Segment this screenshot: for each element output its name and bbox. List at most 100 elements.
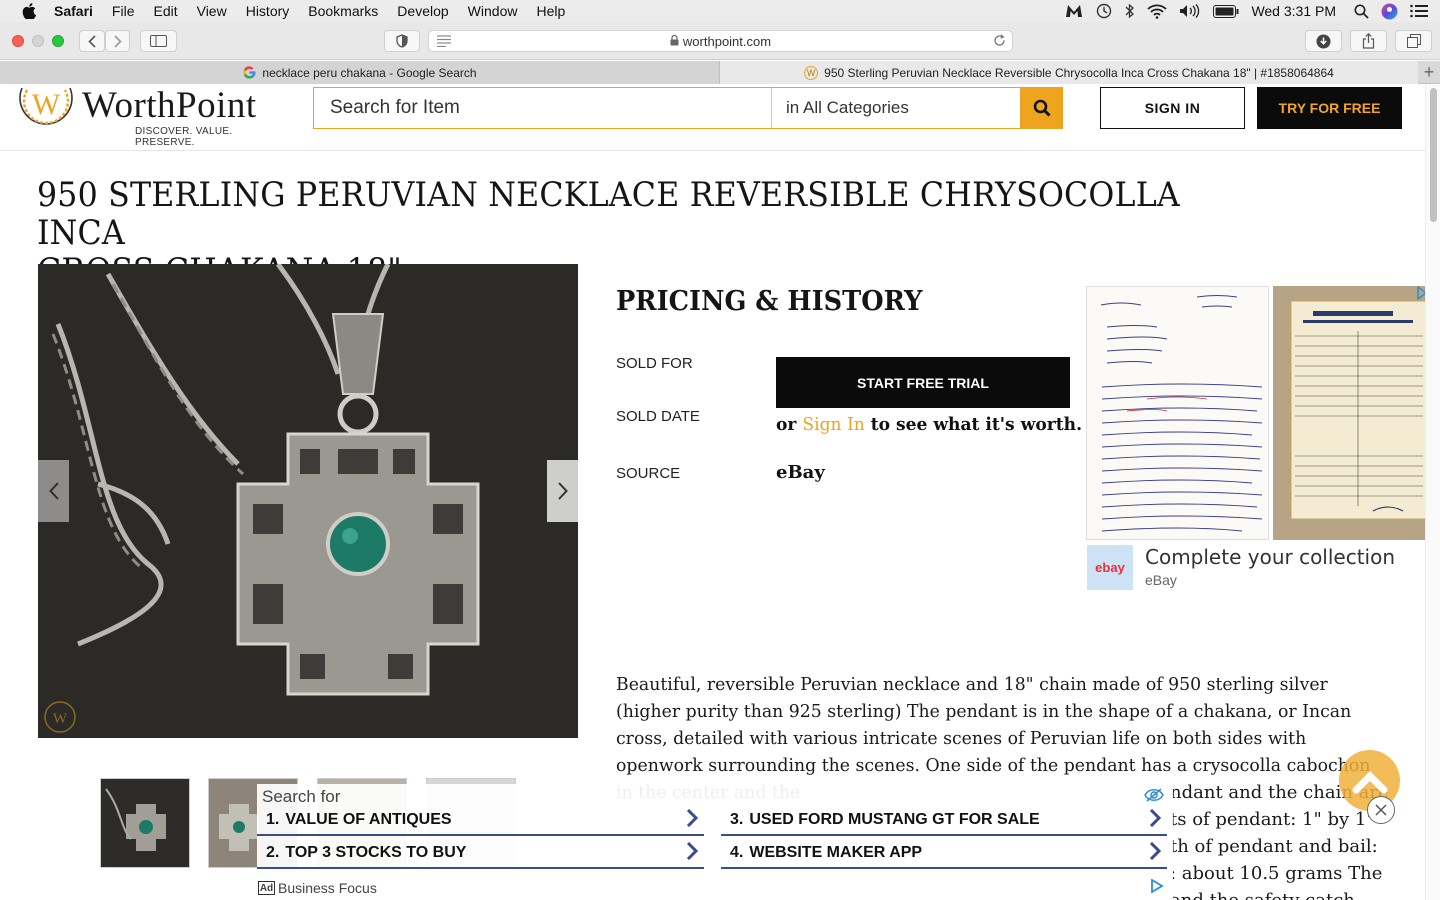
adchoices-icon[interactable]: [1150, 878, 1164, 898]
ad-link-label: WEBSITE MAKER APP: [749, 844, 923, 861]
side-ad-caption[interactable]: ebay Complete your collection eBay: [1087, 545, 1425, 591]
reload-icon[interactable]: [993, 34, 1006, 50]
sign-in-link[interactable]: Sign In: [802, 414, 864, 435]
thumbnail-1[interactable]: [100, 778, 190, 868]
google-icon: [242, 66, 256, 80]
time-machine-icon[interactable]: [1095, 0, 1113, 22]
menu-develop[interactable]: Develop: [397, 3, 448, 19]
spotlight-search-icon[interactable]: [1354, 0, 1369, 22]
ad-link-1[interactable]: 1. VALUE OF ANTIQUES: [257, 806, 704, 836]
tab-bar: necklace peru chakana - Google Search W …: [0, 61, 1440, 84]
source-value: eBay: [776, 462, 825, 483]
side-ad-headline[interactable]: Complete your collection: [1145, 545, 1395, 569]
ad-link-number: 4.: [730, 844, 744, 861]
reader-view-icon[interactable]: [437, 35, 451, 50]
close-window-button[interactable]: [12, 35, 24, 47]
ad-eye-icon[interactable]: [1144, 788, 1164, 807]
logo-wordmark: WorthPoint: [82, 85, 257, 126]
scrollbar-thumb[interactable]: [1430, 88, 1437, 222]
forward-button[interactable]: [105, 30, 130, 52]
search-button[interactable]: [1020, 87, 1063, 129]
ad-link-2[interactable]: 2. TOP 3 STOCKS TO BUY: [257, 839, 704, 869]
show-tabs-button[interactable]: [1395, 30, 1432, 52]
close-ad-button[interactable]: [1367, 796, 1395, 824]
image-prev-button[interactable]: [38, 460, 69, 522]
ad-link-number: 2.: [266, 844, 280, 861]
menubar: Safari File Edit View History Bookmarks …: [0, 0, 1440, 22]
chevron-right-icon: [557, 482, 568, 500]
ad-link-3[interactable]: 3. USED FORD MUSTANG GT FOR SALE: [721, 806, 1167, 836]
ad-link-number: 1.: [266, 811, 280, 828]
ad-search-label: Search for: [262, 787, 341, 806]
ad-letter-image: [1086, 286, 1269, 540]
battery-icon[interactable]: [1213, 0, 1239, 22]
chevron-left-icon: [48, 482, 59, 500]
ad-link-4[interactable]: 4. WEBSITE MAKER APP: [721, 839, 1167, 869]
chevron-up-icon: [1352, 770, 1387, 793]
clock[interactable]: Wed 3:31 PM: [1251, 0, 1336, 22]
wifi-icon[interactable]: [1147, 0, 1168, 22]
volume-icon[interactable]: [1179, 0, 1201, 22]
close-icon: [1375, 804, 1387, 816]
pricing-heading: PRICING & HISTORY: [616, 286, 923, 317]
ad-badge: Ad: [258, 881, 275, 895]
ad-link-label: VALUE OF ANTIQUES: [285, 811, 452, 828]
chevron-right-icon: [686, 841, 699, 865]
status-area: Wed 3:31 PM: [1065, 0, 1440, 22]
svg-text:W: W: [53, 711, 68, 727]
worthpoint-logo[interactable]: W WorthPoint DISCOVER. VALUE. PRESERVE.: [18, 84, 278, 148]
bluetooth-icon[interactable]: [1125, 0, 1135, 22]
menu-file[interactable]: File: [112, 3, 135, 19]
menu-view[interactable]: View: [197, 3, 227, 19]
chevron-right-icon: [1149, 841, 1162, 865]
menu-edit[interactable]: Edit: [153, 3, 177, 19]
tab-label: necklace peru chakana - Google Search: [262, 65, 477, 80]
or-text: or: [776, 414, 797, 435]
category-select[interactable]: in All Categories: [771, 87, 1021, 129]
sign-in-button[interactable]: SIGN IN: [1100, 87, 1245, 129]
menu-help[interactable]: Help: [536, 3, 565, 19]
address-bar[interactable]: worthpoint.com: [428, 30, 1013, 52]
page-title-line1: 950 STERLING PERUVIAN NECKLACE REVERSIBL…: [37, 175, 1180, 253]
malwarebytes-icon[interactable]: [1065, 0, 1083, 22]
menu-bookmarks[interactable]: Bookmarks: [308, 3, 378, 19]
description-line: ts of pendant: 1" by 1": [1170, 809, 1375, 830]
sidebar-toggle-button[interactable]: [140, 30, 177, 52]
image-next-button[interactable]: [547, 460, 578, 522]
try-for-free-button[interactable]: TRY FOR FREE: [1257, 87, 1402, 129]
ad-link-label: USED FORD MUSTANG GT FOR SALE: [749, 811, 1040, 828]
ebay-logo-text: ebay: [1095, 560, 1125, 575]
site-header: W WorthPoint DISCOVER. VALUE. PRESERVE. …: [0, 84, 1425, 151]
start-free-trial-button[interactable]: START FREE TRIAL: [776, 357, 1070, 408]
page-scrollbar[interactable]: [1425, 84, 1440, 900]
product-image[interactable]: W: [38, 264, 578, 738]
worthpoint-icon: W: [804, 65, 819, 80]
chevron-right-icon: [1149, 808, 1162, 832]
notification-center-icon[interactable]: [1410, 0, 1428, 22]
new-tab-button[interactable]: +: [1418, 61, 1440, 84]
downloads-button[interactable]: [1305, 30, 1342, 52]
side-ad-image[interactable]: [1086, 286, 1425, 540]
tab-google-search[interactable]: necklace peru chakana - Google Search: [0, 61, 720, 84]
side-ad-brand: eBay: [1145, 572, 1177, 588]
search-input[interactable]: Search for Item: [313, 87, 771, 129]
bottom-search-ad: Search for 1. VALUE OF ANTIQUES 2. TOP 3…: [257, 784, 1173, 900]
lock-icon: [670, 34, 679, 49]
privacy-shield-button[interactable]: [384, 30, 420, 52]
minimize-window-button[interactable]: [32, 35, 44, 47]
sign-in-prompt: or Sign In to see what it's worth.: [776, 414, 1082, 435]
menu-window[interactable]: Window: [468, 3, 518, 19]
ebay-logo: ebay: [1087, 545, 1133, 590]
tab-worthpoint[interactable]: W 950 Sterling Peruvian Necklace Reversi…: [720, 61, 1418, 84]
zoom-window-button[interactable]: [52, 35, 64, 47]
apple-icon[interactable]: [20, 2, 38, 20]
ad-link-number: 3.: [730, 811, 744, 828]
menu-app-name[interactable]: Safari: [54, 3, 93, 19]
tab-label: 950 Sterling Peruvian Necklace Reversibl…: [824, 65, 1334, 80]
back-button[interactable]: [79, 30, 105, 52]
menu-history[interactable]: History: [246, 3, 290, 19]
source-label: SOURCE: [616, 465, 681, 482]
user-avatar-icon[interactable]: [1381, 0, 1398, 22]
share-button[interactable]: [1350, 30, 1387, 52]
url-text: worthpoint.com: [682, 33, 772, 49]
